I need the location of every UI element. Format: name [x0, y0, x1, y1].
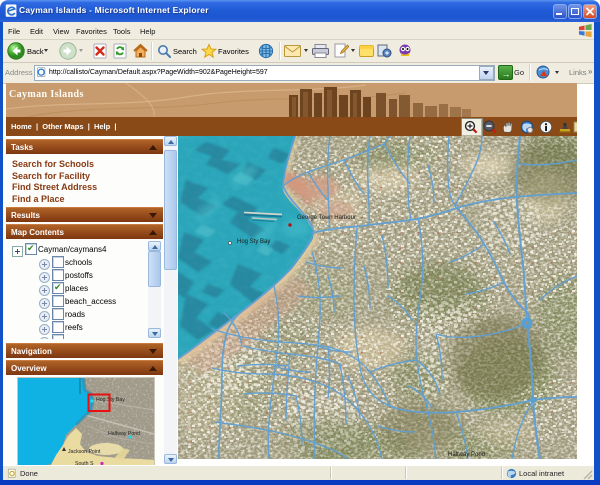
- svg-text:George Town Harbour: George Town Harbour: [297, 215, 356, 221]
- svg-text:Halfway Pond: Halfway Pond: [108, 431, 140, 437]
- svg-text:Hog Sty Bay: Hog Sty Bay: [237, 239, 270, 245]
- svg-text:Hog Sty Bay: Hog Sty Bay: [96, 397, 125, 403]
- svg-text:Jackson Point: Jackson Point: [68, 449, 101, 455]
- svg-text:Halfway Pond: Halfway Pond: [448, 452, 485, 458]
